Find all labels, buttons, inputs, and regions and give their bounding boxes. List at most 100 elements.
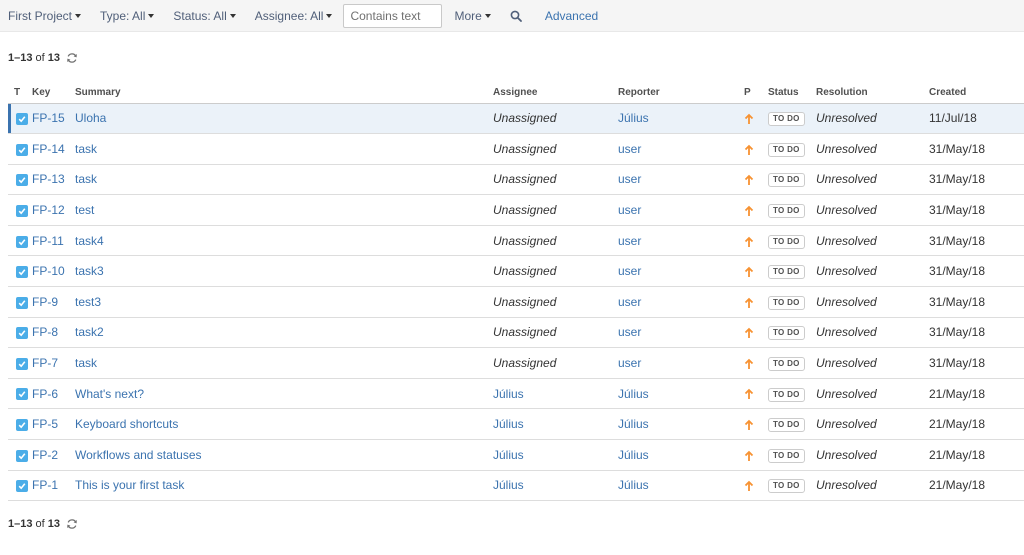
column-header-assignee[interactable]: Assignee [493, 82, 618, 104]
more-filter[interactable]: More [454, 8, 491, 23]
reporter-link[interactable]: user [618, 356, 641, 370]
reporter-cell: user [618, 164, 744, 196]
status-filter[interactable]: Status: All [173, 9, 236, 23]
table-row[interactable]: FP-13 task Unassigned user TO DO Unresolved 31… [8, 164, 1024, 196]
column-header-status[interactable]: Status [768, 82, 816, 104]
status-cell: TO DO [768, 103, 816, 135]
table-row[interactable]: FP-2 Workflows and statuses Július Július TO… [8, 439, 1024, 471]
summary-cell: task2 [75, 317, 493, 349]
issue-key-link[interactable]: FP-6 [32, 387, 58, 401]
type-filter[interactable]: Type: All [100, 9, 155, 23]
issue-key-link[interactable]: FP-7 [32, 356, 58, 370]
summary-cell: What's next? [75, 378, 493, 410]
created-cell: 21/May/18 [929, 470, 1024, 502]
more-filter-label: More [454, 8, 482, 23]
status-lozenge: TO DO [768, 387, 805, 402]
issue-summary-link[interactable]: Keyboard shortcuts [75, 417, 178, 431]
table-row[interactable]: FP-1 This is your first task Július Július T… [8, 470, 1024, 502]
reporter-link[interactable]: Július [618, 387, 649, 401]
filter-toolbar: First Project Type: All Status: All Assi… [0, 0, 1024, 32]
table-header-row: T Key Summary Assignee Reporter P Status… [8, 82, 1024, 104]
issue-key-link[interactable]: FP-5 [32, 417, 58, 431]
issue-summary-link[interactable]: test3 [75, 295, 101, 309]
reporter-link[interactable]: Július [618, 478, 649, 492]
refresh-icon[interactable] [66, 518, 78, 530]
table-row[interactable]: FP-10 task3 Unassigned user TO DO Unresolved 3… [8, 255, 1024, 288]
issue-summary-link[interactable]: task2 [75, 325, 104, 339]
table-row[interactable]: FP-9 test3 Unassigned user TO DO Unresolved 31… [8, 286, 1024, 318]
column-header-reporter[interactable]: Reporter [618, 82, 744, 104]
issue-summary-link[interactable]: task [75, 356, 97, 370]
table-row[interactable]: FP-7 task Unassigned user TO DO Unresolved 31/… [8, 347, 1024, 379]
priority-cell [744, 255, 768, 288]
column-header-key[interactable]: Key [32, 82, 75, 104]
assignee-value: Unassigned [493, 264, 557, 279]
reporter-link[interactable]: user [618, 325, 641, 339]
issue-summary-link[interactable]: test [75, 203, 94, 217]
issue-summary-link[interactable]: task [75, 142, 97, 156]
assignee-value: Unassigned [493, 233, 557, 248]
reporter-link[interactable]: user [618, 234, 641, 248]
reporter-link[interactable]: user [618, 172, 641, 186]
column-header-created[interactable]: Created [929, 82, 1024, 104]
reporter-link[interactable]: user [618, 203, 641, 217]
issue-key-link[interactable]: FP-12 [32, 203, 65, 217]
refresh-icon[interactable] [66, 52, 78, 64]
contains-text-input[interactable] [343, 3, 443, 28]
table-row[interactable]: FP-5 Keyboard shortcuts Július Július TO DO U… [8, 408, 1024, 441]
column-header-type[interactable]: T [8, 82, 32, 104]
type-cell [8, 133, 32, 165]
table-row[interactable]: FP-6 What's next? Július Július TO DO Unresol… [8, 378, 1024, 410]
issue-key-link[interactable]: FP-13 [32, 172, 65, 186]
table-row[interactable]: FP-8 task2 Unassigned user TO DO Unresolved 31… [8, 317, 1024, 349]
issue-key-link[interactable]: FP-11 [32, 234, 64, 248]
assignee-value[interactable]: Július [493, 387, 524, 401]
priority-cell [744, 286, 768, 318]
column-header-resolution[interactable]: Resolution [816, 82, 929, 104]
summary-cell: Keyboard shortcuts [75, 408, 493, 441]
priority-cell [744, 225, 768, 257]
issue-key-link[interactable]: FP-1 [32, 478, 58, 492]
table-row[interactable]: FP-11 task4 Unassigned user TO DO Unresolved 3… [8, 225, 1024, 257]
table-row[interactable]: FP-15 Uloha Unassigned Július TO DO Unresolve… [8, 103, 1024, 135]
issue-key-link[interactable]: FP-8 [32, 325, 58, 339]
issue-key-link[interactable]: FP-9 [32, 295, 58, 309]
table-row[interactable]: FP-14 task Unassigned user TO DO Unresolved 31… [8, 133, 1024, 165]
advanced-search-link[interactable]: Advanced [545, 9, 598, 23]
issue-summary-link[interactable]: task3 [75, 264, 104, 278]
reporter-link[interactable]: user [618, 142, 641, 156]
checkbox-task-icon [16, 357, 28, 370]
key-cell: FP-9 [32, 286, 75, 318]
issue-summary-link[interactable]: What's next? [75, 387, 144, 401]
assignee-value[interactable]: Július [493, 448, 524, 462]
created-cell: 31/May/18 [929, 286, 1024, 318]
assignee-value[interactable]: Július [493, 417, 524, 431]
status-lozenge: TO DO [768, 448, 805, 463]
issue-key-link[interactable]: FP-2 [32, 448, 58, 462]
assignee-value: Unassigned [493, 325, 557, 340]
assignee-cell: Unassigned [493, 317, 618, 349]
issue-summary-link[interactable]: task [75, 172, 97, 186]
reporter-link[interactable]: user [618, 264, 641, 278]
issue-summary-link[interactable]: Uloha [75, 111, 106, 125]
column-header-summary[interactable]: Summary [75, 82, 493, 104]
issue-summary-link[interactable]: Workflows and statuses [75, 448, 202, 462]
assignee-cell: Július [493, 378, 618, 410]
assignee-value[interactable]: Július [493, 478, 524, 492]
issue-key-link[interactable]: FP-10 [32, 264, 65, 278]
created-cell: 31/May/18 [929, 347, 1024, 379]
resolution-value: Unresolved [816, 264, 877, 279]
issue-key-link[interactable]: FP-14 [32, 142, 65, 156]
issue-summary-link[interactable]: This is your first task [75, 478, 184, 492]
reporter-link[interactable]: Július [618, 448, 649, 462]
search-icon[interactable] [508, 8, 524, 24]
project-filter[interactable]: First Project [8, 9, 82, 23]
assignee-filter[interactable]: Assignee: All [255, 9, 333, 23]
reporter-link[interactable]: Július [618, 111, 649, 125]
issue-key-link[interactable]: FP-15 [32, 111, 65, 125]
reporter-link[interactable]: user [618, 295, 641, 309]
reporter-link[interactable]: Július [618, 417, 649, 431]
column-header-priority[interactable]: P [744, 82, 768, 104]
issue-summary-link[interactable]: task4 [75, 234, 104, 248]
table-row[interactable]: FP-12 test Unassigned user TO DO Unresolved 31… [8, 194, 1024, 226]
